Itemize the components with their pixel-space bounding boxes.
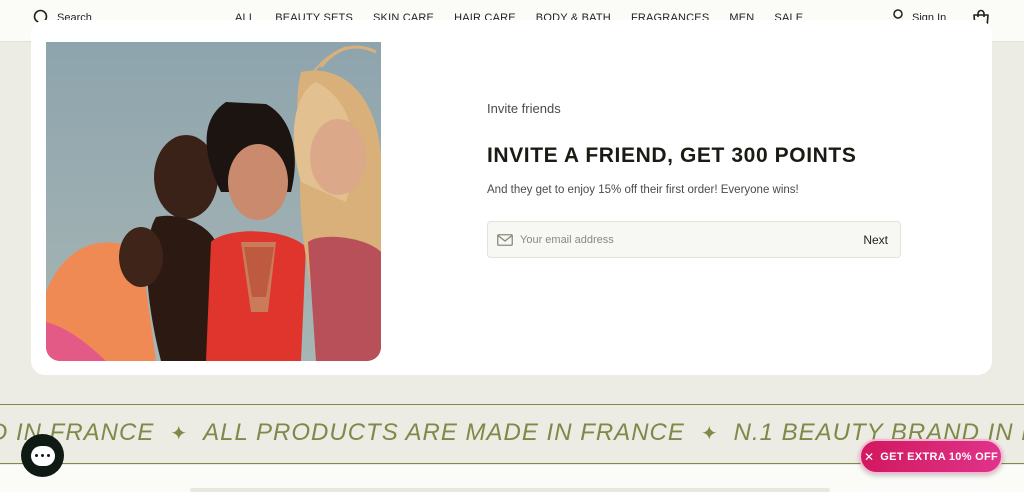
invite-eyebrow: Invite friends	[487, 101, 561, 116]
envelope-icon	[497, 233, 513, 246]
next-button[interactable]: Next	[863, 233, 888, 247]
promo-extra-discount-button[interactable]: ✕ GET EXTRA 10% OFF	[859, 439, 1003, 474]
email-input[interactable]	[520, 233, 864, 246]
promo-label: GET EXTRA 10% OFF	[880, 450, 999, 463]
invite-subtext: And they get to enjoy 15% off their firs…	[487, 184, 799, 196]
star-separator-icon: ✦	[170, 422, 188, 445]
marquee-item: ALL PRODUCTS ARE MADE IN FRANCE	[203, 419, 685, 446]
hero-image	[46, 42, 381, 361]
chat-bubble-icon	[30, 445, 55, 466]
marquee-item: D IN FRANCE	[0, 419, 155, 446]
close-icon[interactable]: ✕	[864, 450, 874, 464]
next-section-edge	[190, 488, 830, 492]
email-form: Next	[487, 221, 901, 258]
invite-headline: INVITE A FRIEND, GET 300 POINTS	[487, 144, 857, 167]
star-separator-icon: ✦	[700, 422, 718, 445]
chat-widget-button[interactable]	[21, 434, 64, 477]
